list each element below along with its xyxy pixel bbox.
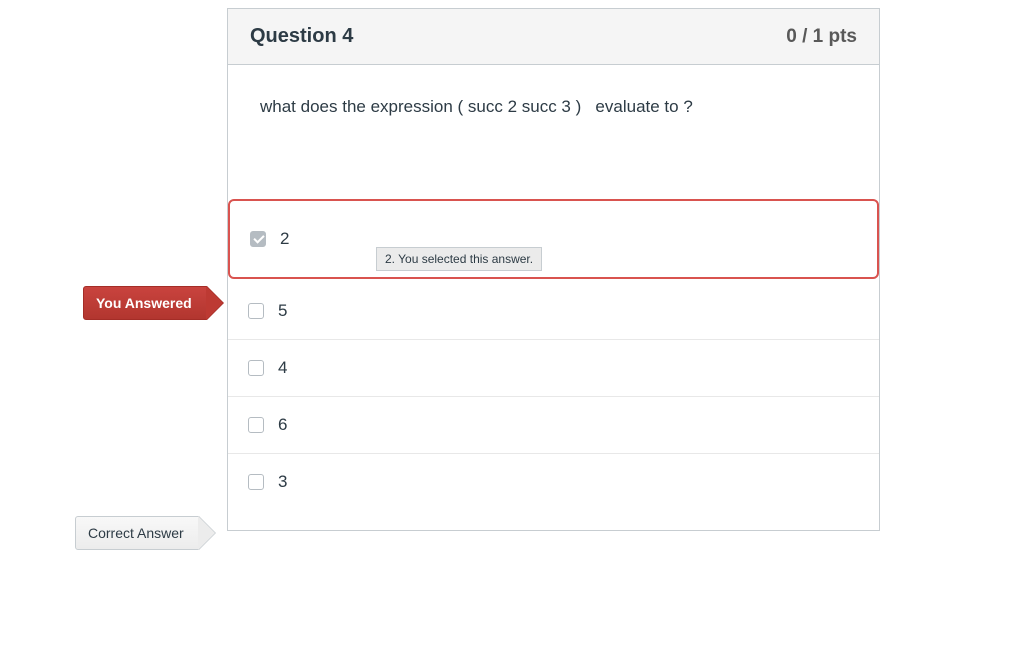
answers-list: 2 2. You selected this answer. 5 4 6 3 xyxy=(228,199,879,530)
answer-option-5[interactable]: 5 xyxy=(228,283,879,340)
question-title: Question 4 xyxy=(250,25,353,48)
question-body: what does the expression ( succ 2 succ 3… xyxy=(228,65,879,199)
checkbox-icon xyxy=(248,360,264,376)
answer-option-2[interactable]: 2 2. You selected this answer. xyxy=(228,199,879,279)
question-container: Question 4 0 / 1 pts what does the expre… xyxy=(227,8,880,531)
answer-label: 4 xyxy=(278,358,287,378)
checkbox-icon xyxy=(248,417,264,433)
checkbox-icon xyxy=(250,231,266,247)
question-header: Question 4 0 / 1 pts xyxy=(228,9,879,65)
answer-option-4[interactable]: 4 xyxy=(228,340,879,397)
flag-label: You Answered xyxy=(96,295,192,311)
checkbox-icon xyxy=(248,474,264,490)
selection-tooltip: 2. You selected this answer. xyxy=(376,247,542,271)
you-answered-flag: You Answered xyxy=(83,286,207,320)
answer-label: 5 xyxy=(278,301,287,321)
correct-answer-flag: Correct Answer xyxy=(75,516,199,550)
answer-label: 3 xyxy=(278,472,287,492)
checkbox-icon xyxy=(248,303,264,319)
answer-label: 6 xyxy=(278,415,287,435)
question-points: 0 / 1 pts xyxy=(786,26,857,48)
question-text: what does the expression ( succ 2 succ 3… xyxy=(260,95,847,119)
answer-option-3[interactable]: 3 xyxy=(228,454,879,510)
answer-label: 2 xyxy=(280,229,289,249)
answer-option-6[interactable]: 6 xyxy=(228,397,879,454)
flag-label: Correct Answer xyxy=(88,525,184,541)
